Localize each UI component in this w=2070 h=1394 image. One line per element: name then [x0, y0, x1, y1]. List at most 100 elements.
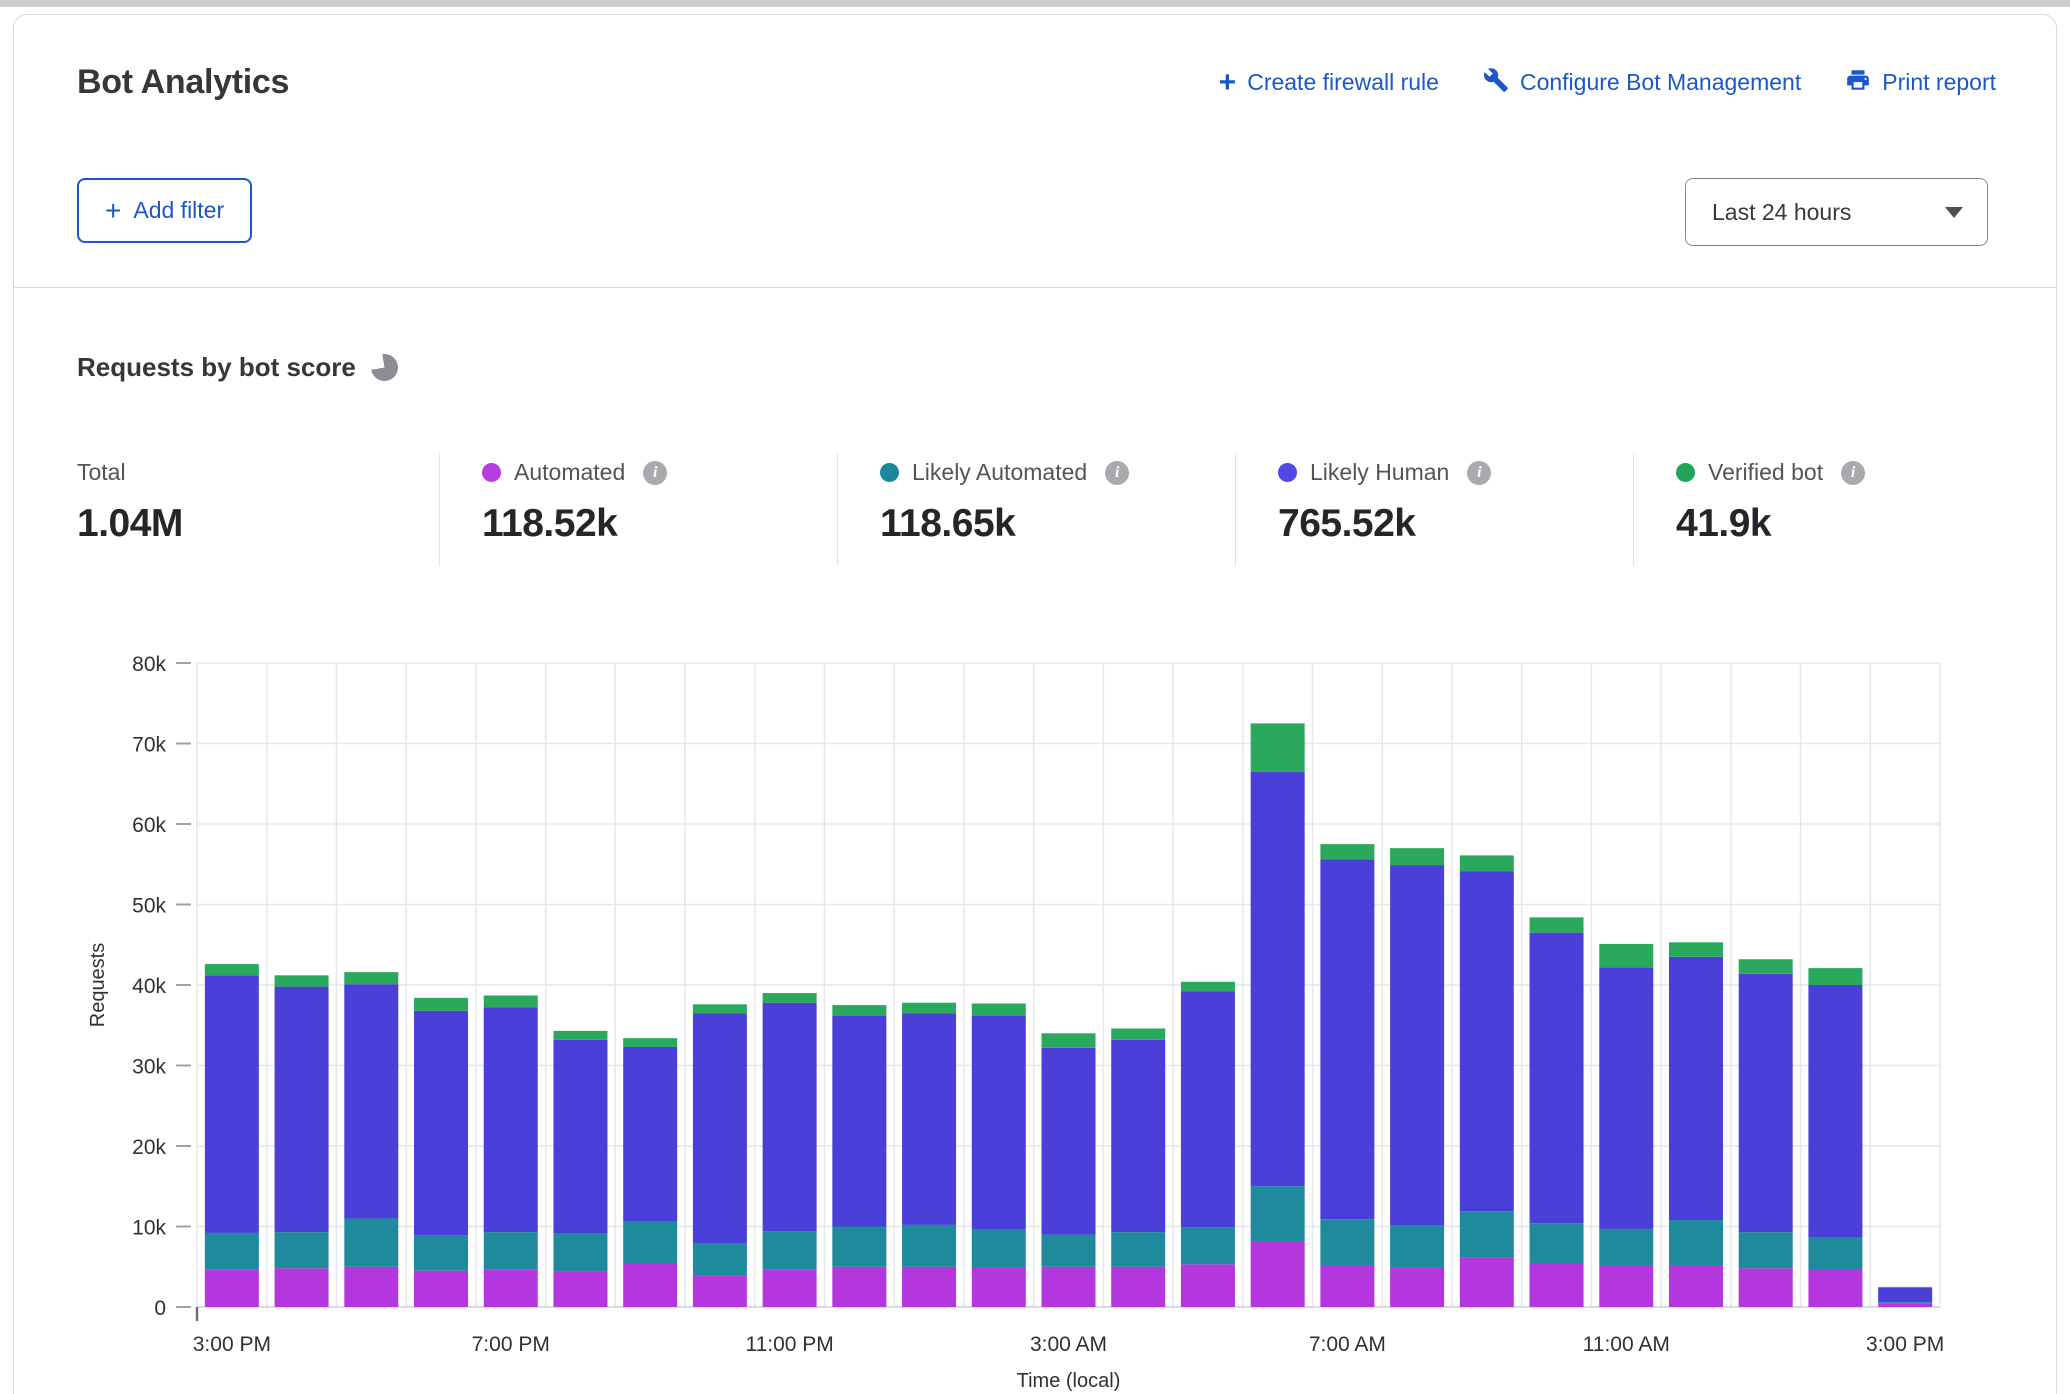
bar-segment [1669, 1220, 1723, 1266]
bar-segment [205, 1233, 259, 1269]
x-tick-label: 11:00 PM [745, 1333, 833, 1356]
bar-segment [1599, 1229, 1653, 1266]
bar-segment [553, 1234, 607, 1272]
bar-segment [414, 1271, 468, 1307]
bar-segment [623, 1264, 677, 1307]
requests-by-bot-score-chart: 010k20k30k40k50k60k70k80k3:00 PM7:00 PM1… [0, 620, 2070, 1394]
stat-verified-bot-value: 41.9k [1676, 502, 2031, 546]
time-range-value: Last 24 hours [1712, 199, 1851, 226]
bar-segment [1878, 1304, 1932, 1307]
bar-segment [832, 1016, 886, 1227]
bar-segment [1181, 982, 1235, 992]
bar-segment [1739, 1232, 1793, 1268]
y-tick-label: 20k [132, 1136, 166, 1159]
bar-segment [1181, 991, 1235, 1227]
y-tick-label: 40k [132, 975, 166, 998]
stat-label-row: Likely Human i [1278, 459, 1633, 486]
bar-segment [902, 1003, 956, 1013]
bar-segment [1878, 1302, 1932, 1304]
bar-segment [1669, 1266, 1723, 1307]
y-tick-label: 0 [154, 1297, 166, 1320]
bar-segment [1320, 1219, 1374, 1266]
bar-segment [693, 1004, 747, 1013]
stat-likely-automated-value: 118.65k [880, 502, 1235, 546]
stat-label-row: Verified bot i [1676, 459, 2031, 486]
bar-segment [1530, 1223, 1584, 1263]
bar-segment [763, 1269, 817, 1307]
bar-segment [1739, 974, 1793, 1232]
stat-likely-human: Likely Human i 765.52k [1235, 453, 1633, 566]
section-title: Requests by bot score [77, 352, 356, 383]
bar-segment [275, 987, 329, 1233]
bar-segment [623, 1047, 677, 1222]
x-tick-label: 7:00 PM [472, 1333, 550, 1356]
configure-bot-management-label: Configure Bot Management [1520, 69, 1801, 96]
page-title: Bot Analytics [77, 63, 289, 102]
bar-segment [1111, 1028, 1165, 1039]
create-firewall-rule-link[interactable]: + Create firewall rule [1219, 69, 1439, 96]
bar-segment [1599, 1266, 1653, 1307]
plus-icon: + [105, 200, 121, 222]
bar-segment [1460, 1211, 1514, 1258]
stat-automated: Automated i 118.52k [439, 453, 837, 566]
bar-segment [1251, 1241, 1305, 1307]
bar-segment [1878, 1288, 1932, 1302]
configure-bot-management-link[interactable]: Configure Bot Management [1483, 67, 1801, 99]
bar-segment [1739, 1268, 1793, 1307]
stat-likely-human-value: 765.52k [1278, 502, 1633, 546]
stat-total: Total 1.04M [77, 453, 439, 566]
bar-segment [1042, 1267, 1096, 1307]
bar-segment [1181, 1227, 1235, 1264]
time-range-select[interactable]: Last 24 hours [1685, 178, 1988, 246]
bar-segment [972, 1268, 1026, 1307]
bar-segment [1530, 933, 1584, 1224]
bar-segment [1390, 848, 1444, 865]
add-filter-button[interactable]: + Add filter [77, 178, 252, 243]
bar-segment [484, 1008, 538, 1233]
info-icon[interactable]: i [1105, 461, 1129, 485]
stat-total-value: 1.04M [77, 502, 439, 546]
info-icon[interactable]: i [643, 461, 667, 485]
y-axis-title: Requests [87, 943, 109, 1028]
bar-segment [1390, 1268, 1444, 1307]
bar-segment [553, 1031, 607, 1040]
x-tick-label: 3:00 PM [193, 1333, 271, 1356]
bar-segment [693, 1276, 747, 1307]
chevron-down-icon [1945, 207, 1963, 218]
bar-segment [1808, 968, 1862, 985]
stat-likely-human-label: Likely Human [1310, 459, 1449, 486]
stat-label-row: Automated i [482, 459, 837, 486]
bar-segment [1320, 844, 1374, 859]
bar-segment [344, 972, 398, 984]
bar-segment [693, 1013, 747, 1243]
bar-segment [902, 1225, 956, 1267]
bar-segment [344, 1218, 398, 1266]
stat-verified-bot-label: Verified bot [1708, 459, 1823, 486]
likely-human-dot [1278, 463, 1297, 482]
bar-segment [1460, 855, 1514, 871]
verified-bot-dot [1676, 463, 1695, 482]
section-title-row: Requests by bot score [77, 352, 2056, 383]
bar-segment [275, 1268, 329, 1307]
x-tick-label: 11:00 AM [1583, 1333, 1670, 1356]
x-tick-label: 3:00 PM [1866, 1333, 1944, 1356]
y-tick-label: 60k [132, 814, 166, 837]
bar-segment [1530, 1264, 1584, 1307]
bar-segment [484, 1269, 538, 1307]
bar-segment [275, 975, 329, 986]
header-actions: + Create firewall rule Configure Bot Man… [1219, 67, 1996, 99]
bar-segment [902, 1267, 956, 1307]
info-icon[interactable]: i [1841, 461, 1865, 485]
bar-segment [1042, 1235, 1096, 1267]
bar-segment [972, 1016, 1026, 1230]
stat-total-label: Total [77, 459, 126, 486]
bar-segment [205, 964, 259, 975]
bar-segment [763, 993, 817, 1003]
stat-likely-automated-label: Likely Automated [912, 459, 1087, 486]
print-report-link[interactable]: Print report [1845, 67, 1996, 99]
bar-segment [1530, 917, 1584, 932]
likely-automated-dot [880, 463, 899, 482]
info-icon[interactable]: i [1467, 461, 1491, 485]
stat-label-row: Likely Automated i [880, 459, 1235, 486]
automated-dot [482, 463, 501, 482]
